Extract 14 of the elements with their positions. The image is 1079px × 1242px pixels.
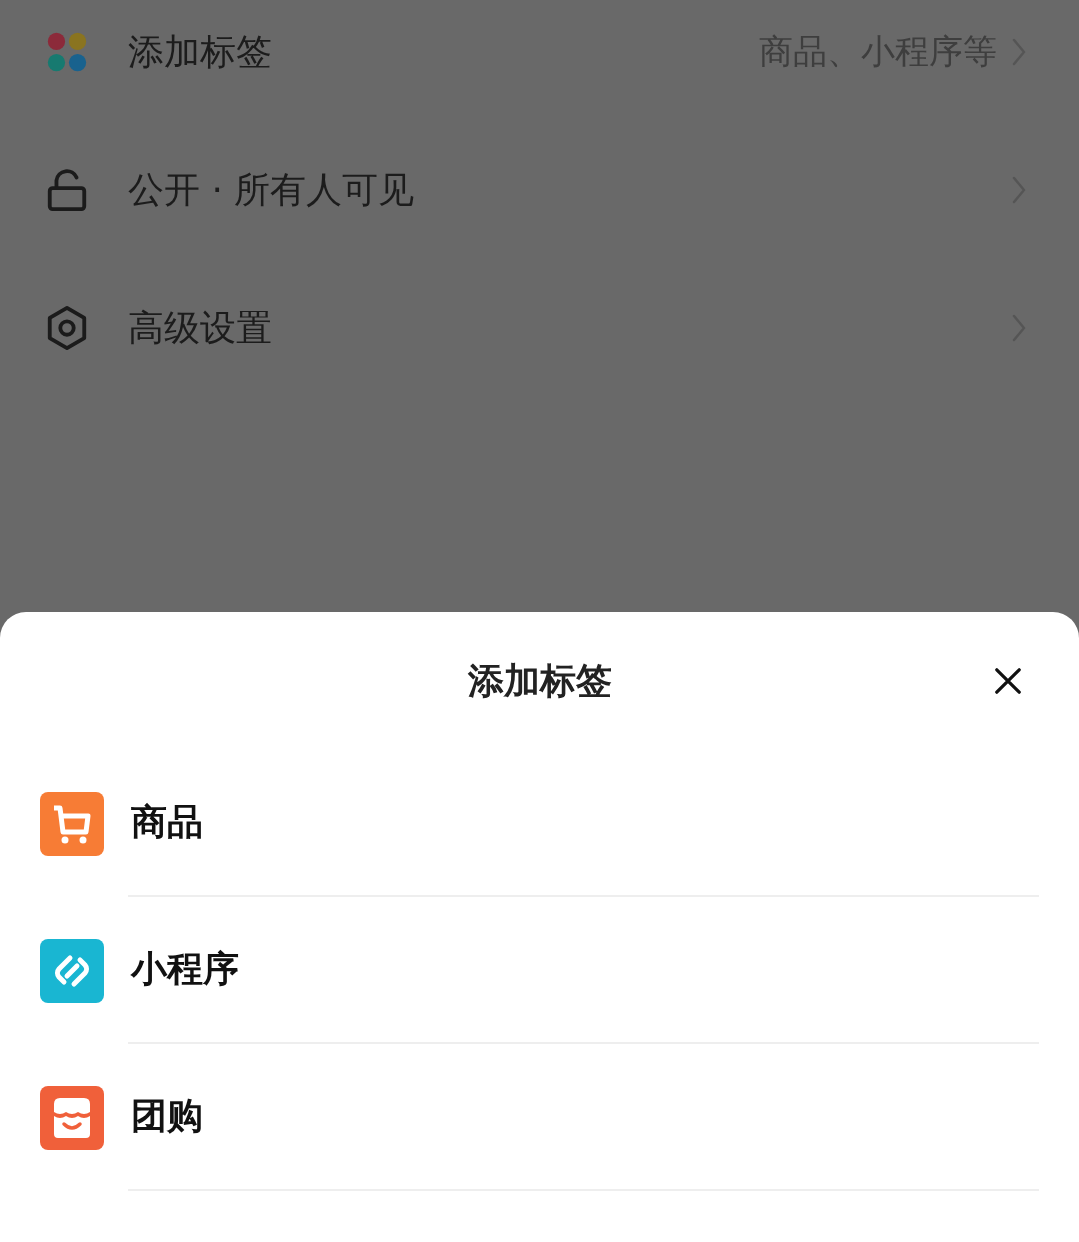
- close-icon: [994, 667, 1022, 695]
- sheet-title: 添加标签: [467, 658, 612, 703]
- settings-label: 高级设置: [128, 305, 273, 350]
- option-label: 商品: [131, 800, 203, 844]
- settings-label: 公开 · 所有人可见: [128, 167, 416, 212]
- option-label: 小程序: [131, 947, 239, 991]
- option-item[interactable]: 商品: [0, 750, 1079, 897]
- settings-label: 添加标签: [128, 29, 273, 74]
- link-icon: [40, 938, 104, 1003]
- option-label: 团购: [131, 1094, 203, 1138]
- cart-icon: [40, 791, 104, 856]
- option-item[interactable]: 小程序: [0, 897, 1079, 1044]
- store-icon: [40, 1085, 104, 1150]
- option-item[interactable]: 团购: [0, 1044, 1079, 1191]
